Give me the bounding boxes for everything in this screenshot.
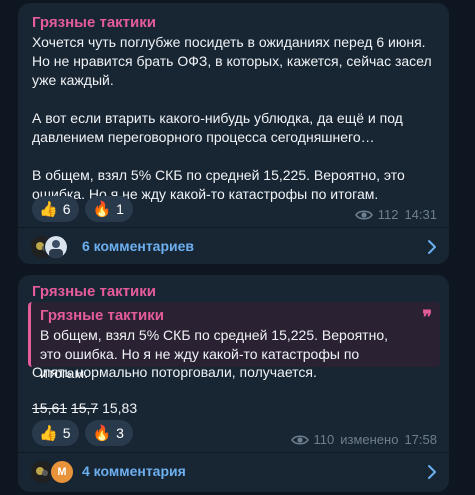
thumbs-up-icon: 👍 bbox=[39, 424, 58, 442]
price-line: 15,61 15,7 15,83 bbox=[32, 400, 137, 416]
views-count: 112 bbox=[377, 207, 399, 222]
comments-button[interactable]: M 4 комментария bbox=[18, 452, 449, 492]
old-price: 15,7 bbox=[70, 400, 99, 416]
quote-author: Грязные тактики bbox=[40, 307, 164, 324]
post-text: Хочется чуть поглубже посидеть в ожидани… bbox=[32, 34, 432, 202]
post-meta: 110 изменено 17:58 bbox=[290, 432, 437, 447]
edited-label: изменено bbox=[340, 432, 399, 447]
post-author[interactable]: Грязные тактики bbox=[32, 283, 156, 300]
old-price: 15,61 bbox=[32, 400, 68, 416]
channel-post[interactable]: Грязные тактики Грязные тактики В общем,… bbox=[18, 275, 449, 492]
quote-mark-icon: ❞ bbox=[422, 307, 432, 327]
avatar bbox=[44, 235, 68, 259]
reaction-fire[interactable]: 🔥 1 bbox=[85, 196, 133, 222]
fire-icon: 🔥 bbox=[92, 200, 112, 218]
reaction-count: 1 bbox=[116, 201, 124, 217]
comments-count: 6 комментариев bbox=[82, 238, 195, 254]
comments-button[interactable]: 6 комментариев bbox=[18, 227, 449, 267]
reply-quote[interactable]: Грязные тактики В общем, взял 5% СКБ по … bbox=[28, 302, 440, 381]
channel-feed: Грязные тактики Хочется чуть поглубже по… bbox=[0, 0, 475, 495]
channel-post[interactable]: Грязные тактики Хочется чуть поглубже по… bbox=[18, 3, 449, 264]
eye-icon bbox=[354, 209, 373, 220]
current-price: 15,83 bbox=[102, 400, 138, 416]
views-counter: 110 bbox=[290, 432, 335, 447]
post-meta: 112 14:31 bbox=[354, 207, 437, 222]
reaction-thumbs-up[interactable]: 👍 5 bbox=[32, 420, 80, 446]
thumbs-up-icon: 👍 bbox=[39, 200, 58, 218]
chevron-right-icon bbox=[428, 465, 436, 479]
views-counter: 112 bbox=[354, 207, 399, 222]
reaction-count: 5 bbox=[62, 425, 71, 441]
comments-count: 4 комментария bbox=[82, 463, 186, 479]
fire-icon: 🔥 bbox=[92, 424, 112, 442]
post-text: Опять нормально поторговали, получается. bbox=[32, 364, 317, 380]
reactions-bar: 👍 5 🔥 3 bbox=[32, 420, 133, 446]
eye-icon bbox=[290, 434, 309, 445]
avatar-letter: M bbox=[50, 460, 74, 484]
reaction-count: 3 bbox=[116, 425, 124, 441]
chevron-right-icon bbox=[428, 240, 436, 254]
reaction-fire[interactable]: 🔥 3 bbox=[85, 420, 133, 446]
reaction-thumbs-up[interactable]: 👍 6 bbox=[32, 196, 80, 222]
commenter-avatars bbox=[30, 235, 74, 259]
post-time: 14:31 bbox=[404, 207, 437, 222]
reaction-count: 6 bbox=[62, 201, 71, 217]
commenter-avatars: M bbox=[30, 460, 74, 484]
views-count: 110 bbox=[313, 432, 335, 447]
reactions-bar: 👍 6 🔥 1 bbox=[32, 196, 133, 222]
post-author[interactable]: Грязные тактики bbox=[32, 14, 156, 31]
post-time: 17:58 bbox=[404, 432, 437, 447]
